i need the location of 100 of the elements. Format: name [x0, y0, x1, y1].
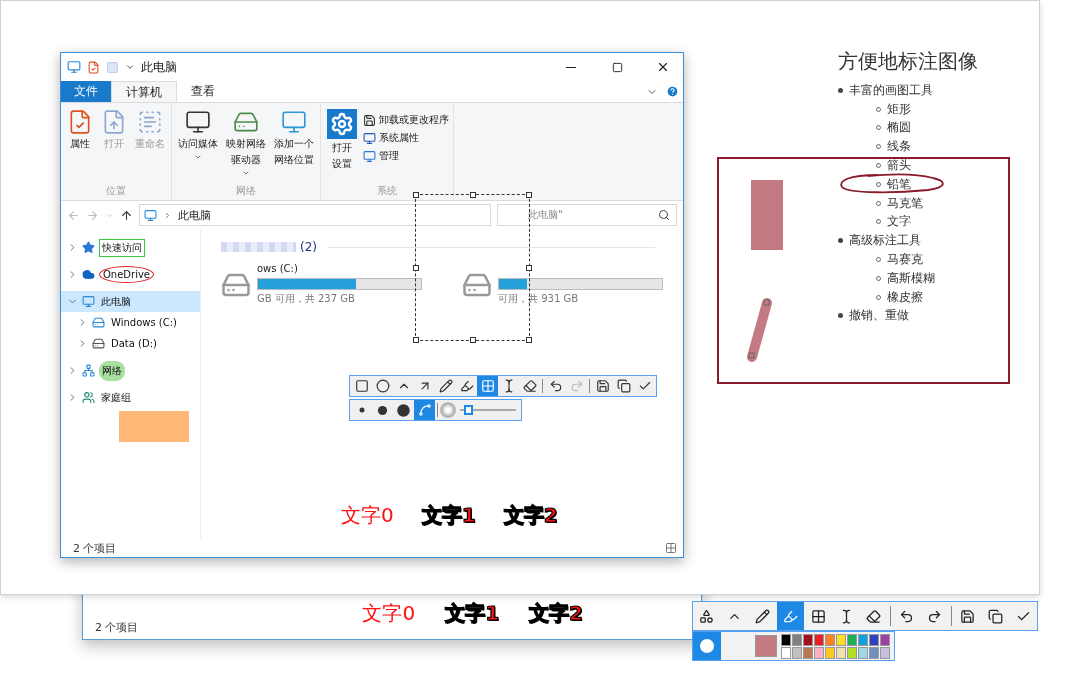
rename-icon — [137, 109, 163, 135]
star-icon — [82, 241, 95, 254]
slider-thumb[interactable] — [464, 405, 474, 415]
eraser-icon — [522, 379, 537, 393]
rectangle-icon — [354, 379, 369, 393]
details-view-icon[interactable] — [665, 542, 677, 554]
selection-frame[interactable] — [415, 194, 530, 341]
resize-handle[interactable] — [413, 192, 419, 198]
tree-item[interactable]: 快速访问 — [61, 237, 200, 258]
tree-label: 网络 — [99, 360, 125, 381]
color-swatch[interactable] — [825, 646, 835, 659]
list-item: 撤销、重做 — [849, 307, 909, 325]
resize-handle[interactable] — [469, 192, 476, 198]
tree-item[interactable]: 家庭组 — [61, 387, 200, 408]
color-swatch[interactable] — [814, 633, 824, 646]
group-label: 网络 — [236, 184, 256, 198]
tree-label: Windows (C:) — [110, 316, 178, 329]
mosaic-icon — [810, 608, 826, 624]
hatch-icon — [417, 403, 432, 417]
tree-item[interactable]: 网络 — [61, 360, 200, 381]
color-swatch[interactable] — [792, 646, 802, 659]
tree-item[interactable]: Data (D:) — [61, 333, 200, 354]
drive-free-space: GB 可用，共 237 GB — [257, 292, 356, 306]
caret-icon[interactable] — [125, 62, 135, 72]
resize-handle[interactable] — [413, 264, 419, 271]
ribbon-button[interactable]: 映射网络 驱动器 — [224, 107, 268, 184]
ribbon-tab[interactable]: 查看 — [177, 81, 229, 102]
tree-item[interactable]: 此电脑 — [61, 291, 200, 312]
current-color[interactable] — [755, 635, 777, 657]
ribbon-button[interactable]: 系统属性 — [363, 131, 449, 145]
dot-icon — [358, 407, 365, 413]
ribbon-button[interactable]: 属性 — [65, 107, 95, 184]
monitor-icon — [67, 60, 81, 74]
tree-item[interactable]: Windows (C:) — [61, 312, 200, 333]
ribbon-button[interactable]: 管理 — [363, 149, 449, 163]
close-icon — [656, 60, 670, 74]
cloud-icon — [82, 268, 95, 281]
resize-handle[interactable] — [526, 264, 532, 271]
annotation-text: 文字1 — [421, 502, 476, 529]
undo-icon — [548, 379, 563, 393]
annotation-text: 文字1 — [445, 600, 500, 627]
chevron-icon — [163, 210, 172, 220]
save-icon — [959, 608, 975, 624]
up-icon[interactable] — [120, 208, 133, 222]
color-swatch[interactable] — [858, 646, 868, 659]
ribbon-button[interactable]: 添加一个 网络位置 — [272, 107, 316, 184]
list-item: 橡皮擦 — [887, 288, 923, 306]
status-text: 2 个项目 — [95, 620, 139, 635]
color-swatch[interactable] — [847, 646, 857, 659]
drawn-rectangle — [119, 411, 189, 442]
color-swatch[interactable] — [792, 633, 802, 646]
resize-handle[interactable] — [526, 337, 532, 343]
minimize-icon — [566, 66, 576, 68]
list-item: 高级标注工具 — [849, 232, 921, 250]
annotation-text: 文字2 — [503, 502, 558, 529]
color-swatch[interactable] — [847, 633, 857, 646]
ribbon-tab[interactable]: 计算机 — [111, 81, 177, 102]
address-field[interactable]: 此电脑 — [139, 204, 491, 226]
list-item: 马克笔 — [887, 194, 923, 212]
resize-handle[interactable] — [526, 192, 532, 198]
people-icon — [82, 391, 95, 404]
drawn-line — [747, 298, 772, 362]
window-title: 此电脑 — [141, 58, 178, 76]
ellipse-icon — [375, 379, 390, 393]
ribbon-tab[interactable]: 文件 — [61, 81, 111, 102]
color-swatch[interactable] — [814, 646, 824, 659]
tree-item[interactable]: OneDrive — [61, 264, 200, 285]
color-swatch[interactable] — [781, 633, 791, 646]
resize-handle[interactable] — [469, 337, 476, 343]
resize-handle[interactable] — [413, 337, 419, 343]
group-count: (2) — [300, 240, 317, 254]
color-swatch[interactable] — [858, 633, 868, 646]
copy-icon — [616, 379, 631, 393]
color-swatch[interactable] — [869, 633, 879, 646]
color-swatch[interactable] — [803, 633, 813, 646]
color-swatch[interactable] — [836, 646, 846, 659]
color-swatch[interactable] — [781, 646, 791, 659]
document-check-icon[interactable] — [87, 60, 100, 74]
dot-icon — [396, 402, 411, 418]
monitor-icon — [82, 295, 95, 308]
color-swatch[interactable] — [869, 646, 879, 659]
color-swatch[interactable] — [825, 633, 835, 646]
ribbon-button[interactable]: 打开 设置 — [325, 107, 359, 184]
help-icon[interactable] — [666, 85, 679, 98]
drive-icon — [92, 337, 105, 350]
maximize-icon — [611, 61, 623, 73]
drive-icon — [92, 316, 105, 329]
slide-title: 方便地标注图像 — [838, 48, 978, 75]
bullet-icon — [838, 87, 843, 93]
color-swatch[interactable] — [880, 633, 890, 646]
redo-icon — [927, 608, 943, 624]
annotation-text: 文字2 — [529, 600, 583, 627]
ribbon-button[interactable]: 访问媒体 — [176, 107, 220, 184]
list-item: 线条 — [887, 138, 911, 156]
color-swatch[interactable] — [880, 646, 890, 659]
list-item: 箭头 — [887, 157, 911, 175]
ribbon-button[interactable]: 卸载或更改程序 — [363, 113, 449, 127]
color-swatch[interactable] — [836, 633, 846, 646]
color-swatch[interactable] — [803, 646, 813, 659]
tree-label: 此电脑 — [100, 294, 132, 309]
